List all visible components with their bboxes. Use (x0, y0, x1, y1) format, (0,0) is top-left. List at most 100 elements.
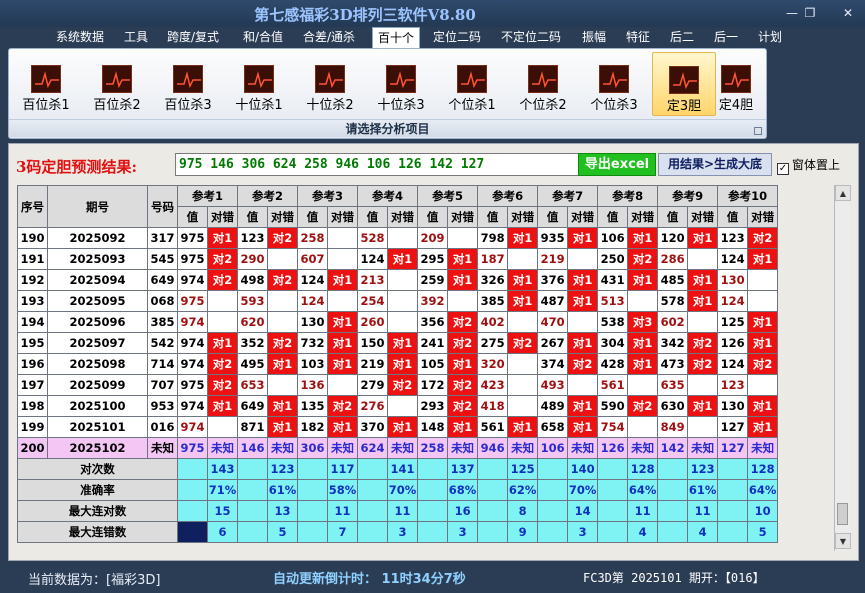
ribbon-button-10[interactable]: 定3胆 (652, 52, 716, 116)
menu-amplitude[interactable]: 振幅 (582, 29, 606, 48)
cell-value: 418 (477, 395, 509, 417)
cell-value: 495 (237, 353, 269, 375)
cell-seq: 199 (17, 416, 48, 438)
table-row[interactable]: 194 2025096 385 974 620 130 对1 260 356 对2 402 470 53… (17, 311, 779, 333)
ribbon-button-label: 定3胆 (666, 99, 702, 114)
stats-spacer (177, 500, 208, 522)
ribbon-button-9[interactable]: 个位杀3 (582, 52, 646, 116)
menu-position-two-code[interactable]: 定位二码 (433, 29, 481, 48)
table-row[interactable]: 191 2025093 545 975 对2 290 607 124 对1 295 对1 187 219… (17, 248, 779, 270)
table-row[interactable]: 198 2025100 953 974 对1 649 对1 135 对2 276 293 对2 418 4… (17, 395, 779, 417)
table-row[interactable]: 197 2025099 707 975 对2 653 136 279 对2 172 对2 423 493… (17, 374, 779, 396)
cell-number: 016 (147, 416, 178, 438)
table-row[interactable]: 192 2025094 649 974 对2 498 对2 124 对1 213 259 对1 326 对… (17, 269, 779, 291)
menu-last-two[interactable]: 后二 (670, 29, 694, 48)
cell-value: 561 (477, 416, 509, 438)
generate-base-button[interactable]: 用结果>生成大底 (658, 153, 772, 176)
menu-system-data[interactable]: 系统数据 (56, 29, 104, 48)
cell-value: 290 (237, 248, 269, 270)
ribbon-button-3[interactable]: 百位杀3 (156, 52, 220, 116)
stats-spacer (417, 521, 449, 543)
menu-tools[interactable]: 工具 (124, 29, 148, 48)
table-row[interactable]: 196 2025098 714 974 对2 495 对1 103 对1 219 对1 105 对1 32… (17, 353, 779, 375)
cell-value: 975 (177, 248, 208, 270)
cell-value: 267 (537, 332, 569, 354)
stats-spacer (717, 479, 749, 501)
stats-label: 对次数 (17, 458, 178, 480)
stats-spacer (297, 458, 329, 480)
stats-value: 128 (627, 458, 659, 480)
prediction-result-field[interactable]: 975 146 306 624 258 946 106 126 142 127 (175, 153, 579, 176)
cell-value: 127 (717, 416, 749, 438)
cell-value: 974 (177, 269, 208, 291)
menu-sum-value[interactable]: 和/合值 (243, 29, 283, 48)
header-value: 值 (417, 206, 449, 228)
menu-features[interactable]: 特征 (626, 29, 650, 48)
cell-result (387, 269, 419, 291)
cell-result: 对1 (687, 290, 719, 312)
ribbon-button-1[interactable]: 百位杀1 (14, 52, 78, 116)
table-row[interactable]: 193 2025095 068 975 593 124 254 392 385 对1 487 对1 51… (17, 290, 779, 312)
cell-result: 对1 (567, 227, 599, 249)
stats-label: 最大连对数 (17, 500, 178, 522)
prediction-label: 3码定胆预测结果: (16, 158, 137, 176)
scroll-down-arrow-icon[interactable]: ▼ (835, 533, 851, 549)
cell-value: 219 (357, 353, 389, 375)
stats-spacer (297, 500, 329, 522)
stats-value: 3 (567, 521, 599, 543)
menu-hundreds-tens-units[interactable]: 百十个 (372, 27, 421, 49)
cell-value: 135 (297, 395, 329, 417)
header-ref-5: 参考5 (417, 185, 479, 207)
scroll-thumb[interactable] (837, 503, 848, 525)
chart-line-icon (457, 65, 487, 93)
header-ref-2: 参考2 (237, 185, 299, 207)
table-row[interactable]: 190 2025092 317 975 对1 123 对2 258 528 209 798 对1 935… (17, 227, 779, 249)
cell-result: 对1 (507, 227, 539, 249)
header-ref-3: 参考3 (297, 185, 359, 207)
menu-span-compound[interactable]: 跨度/复式 (167, 29, 219, 48)
checkbox-check-icon[interactable]: ✓ (777, 163, 789, 175)
cell-value: 126 (717, 332, 749, 354)
table-row-pending[interactable]: 200 2025102 未知 975 未知 146 未知 306 未知 624 未知 258 未知 946… (17, 437, 779, 459)
cell-result: 对2 (747, 353, 779, 375)
menu-plan[interactable]: 计划 (758, 29, 782, 48)
topmost-checkbox[interactable]: ✓ 窗体置上 (777, 156, 840, 175)
cell-value: 974 (177, 395, 208, 417)
analysis-ribbon: 百位杀1 百位杀2 百位杀3 十位杀1 十位杀2 十位杀3 个位杀1 个位杀2 个位杀3 定3胆 定… (8, 48, 767, 139)
header-value: 值 (477, 206, 509, 228)
cell-result: 未知 (747, 437, 779, 459)
vertical-scrollbar[interactable]: ▲ ▼ (834, 185, 851, 551)
header-ref-8: 参考8 (597, 185, 659, 207)
export-excel-button[interactable]: 导出excel (578, 153, 656, 176)
stats-spacer (417, 479, 449, 501)
cell-result: 对1 (267, 353, 299, 375)
cell-issue: 2025093 (47, 248, 148, 270)
ribbon-button-2[interactable]: 百位杀2 (85, 52, 149, 116)
cell-result: 对1 (447, 416, 479, 438)
menu-last-one[interactable]: 后一 (714, 29, 738, 48)
cell-result: 对1 (567, 416, 599, 438)
ribbon-expand-icon[interactable] (754, 127, 762, 135)
ribbon-button-7[interactable]: 个位杀1 (440, 52, 504, 116)
cell-seq: 197 (17, 374, 48, 396)
cell-value: 120 (657, 227, 689, 249)
close-button[interactable]: ✕ (838, 5, 858, 21)
scroll-up-arrow-icon[interactable]: ▲ (835, 185, 851, 201)
cell-seq: 196 (17, 353, 48, 375)
menu-diff-kill[interactable]: 合差/通杀 (303, 29, 355, 48)
cell-result (747, 290, 779, 312)
ribbon-button-8[interactable]: 个位杀2 (511, 52, 575, 116)
minimize-button[interactable]: — (782, 5, 802, 21)
ribbon-button-6[interactable]: 十位杀3 (369, 52, 433, 116)
maximize-button[interactable]: ❐ (800, 5, 820, 21)
chart-line-icon (173, 65, 203, 93)
ribbon-button-5[interactable]: 十位杀2 (298, 52, 362, 116)
stats-spacer (717, 458, 749, 480)
cell-result (267, 311, 299, 333)
ribbon-button-11[interactable]: 定4胆 (714, 52, 758, 116)
table-row[interactable]: 195 2025097 542 974 对1 352 对2 732 对1 150 对1 241 对2 27… (17, 332, 779, 354)
menu-nonposition-two-code[interactable]: 不定位二码 (501, 29, 561, 48)
table-row[interactable]: 199 2025101 016 974 871 对1 182 对1 370 对1 148 对1 561 对… (17, 416, 779, 438)
cell-number: 068 (147, 290, 178, 312)
ribbon-button-4[interactable]: 十位杀1 (227, 52, 291, 116)
